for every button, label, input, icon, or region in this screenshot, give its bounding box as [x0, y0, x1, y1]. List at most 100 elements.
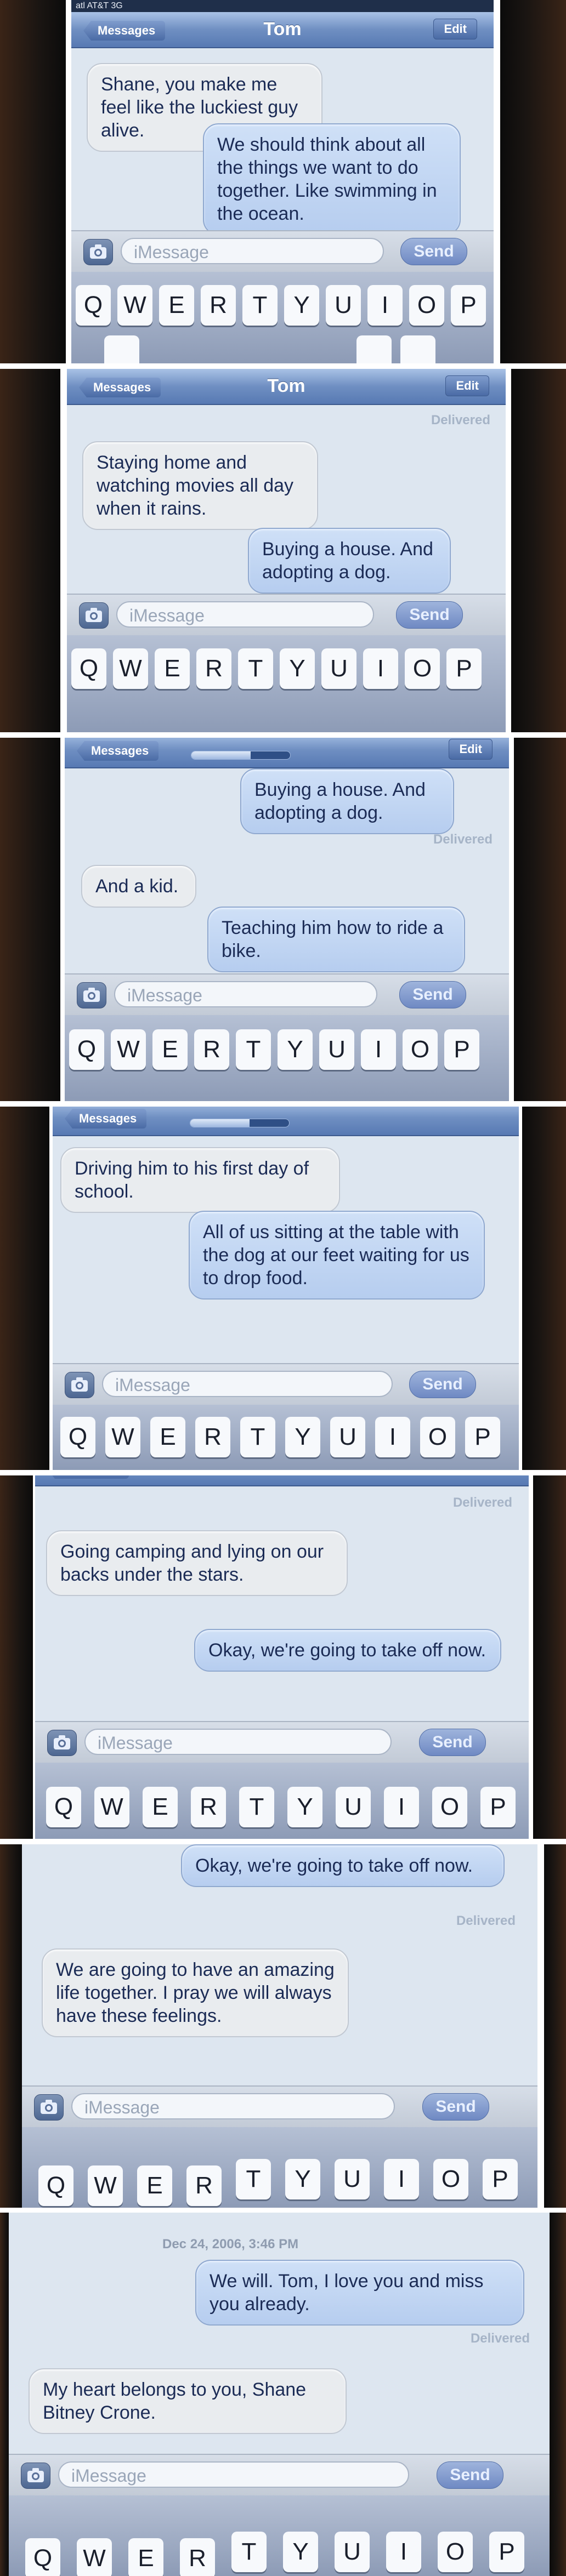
key-r[interactable]: R [194, 1029, 229, 1070]
camera-button[interactable] [83, 239, 113, 265]
key-t[interactable]: T [239, 1787, 274, 1827]
key-r[interactable]: R [196, 648, 231, 689]
key-t[interactable]: T [238, 648, 273, 689]
message-input[interactable]: iMessage [114, 981, 377, 1007]
message-bubble-sent[interactable]: Okay, we're going to take off now. [194, 1629, 501, 1672]
edit-button[interactable]: Edit [449, 739, 493, 760]
key-o[interactable]: O [405, 648, 440, 689]
key-e[interactable]: E [137, 2165, 172, 2206]
camera-button[interactable] [77, 982, 106, 1008]
key-e[interactable]: E [150, 1417, 185, 1457]
key-p[interactable]: P [489, 2532, 524, 2572]
edit-button[interactable]: Edit [433, 19, 477, 39]
keyboard-second-row-key[interactable] [104, 335, 139, 363]
send-button[interactable]: Send [422, 2093, 489, 2121]
message-bubble-sent[interactable]: Okay, we're going to take off now. [181, 1844, 505, 1887]
send-button[interactable]: Send [437, 2461, 503, 2489]
send-button[interactable]: Send [396, 601, 463, 629]
key-y[interactable]: Y [285, 1417, 320, 1457]
key-i[interactable]: I [367, 285, 403, 326]
camera-button[interactable] [21, 2463, 50, 2489]
keyboard-second-row-key[interactable] [400, 335, 435, 363]
key-r[interactable]: R [180, 2538, 215, 2576]
key-r[interactable]: R [186, 2165, 222, 2206]
camera-button[interactable] [34, 2094, 64, 2121]
key-q[interactable]: Q [69, 1029, 104, 1070]
key-e[interactable]: E [128, 2538, 163, 2576]
key-q[interactable]: Q [76, 285, 111, 326]
key-y[interactable]: Y [280, 648, 315, 689]
key-t[interactable]: T [240, 1417, 275, 1457]
key-p[interactable]: P [446, 648, 482, 689]
key-t[interactable]: T [236, 2159, 271, 2199]
key-o[interactable]: O [432, 1787, 467, 1827]
key-i[interactable]: I [384, 2159, 419, 2199]
send-button[interactable]: Send [409, 1371, 476, 1398]
message-input[interactable]: iMessage [121, 238, 384, 264]
key-u[interactable]: U [330, 1417, 365, 1457]
key-i[interactable]: I [384, 1787, 419, 1827]
send-button[interactable]: Send [399, 981, 466, 1008]
key-q[interactable]: Q [38, 2165, 73, 2206]
key-y[interactable]: Y [283, 2532, 318, 2572]
message-bubble-received[interactable]: Driving him to his first day of school. [60, 1147, 340, 1213]
message-bubble-sent[interactable]: Buying a house. And adopting a dog. [240, 768, 454, 834]
key-y[interactable]: Y [278, 1029, 313, 1070]
key-e[interactable]: E [143, 1787, 178, 1827]
key-i[interactable]: I [363, 648, 398, 689]
message-bubble-received[interactable]: And a kid. [81, 865, 196, 908]
message-bubble-sent[interactable]: We should think about all the things we … [203, 123, 461, 235]
key-y[interactable]: Y [287, 1787, 322, 1827]
key-o[interactable]: O [409, 285, 444, 326]
key-o[interactable]: O [433, 2159, 468, 2199]
key-y[interactable]: Y [284, 285, 319, 326]
message-input[interactable]: iMessage [102, 1371, 393, 1397]
message-bubble-sent[interactable]: Teaching him how to ride a bike. [207, 907, 465, 972]
key-i[interactable]: I [386, 2532, 421, 2572]
key-p[interactable]: P [451, 285, 486, 326]
key-p[interactable]: P [480, 1787, 516, 1827]
key-e[interactable]: E [152, 1029, 188, 1070]
send-button[interactable]: Send [400, 238, 467, 265]
camera-button[interactable] [65, 1372, 94, 1398]
key-o[interactable]: O [420, 1417, 455, 1457]
messages-back-button[interactable]: Messages [77, 741, 159, 761]
key-u[interactable]: U [335, 2532, 370, 2572]
edit-button[interactable]: Edit [445, 375, 489, 396]
key-u[interactable]: U [336, 1787, 371, 1827]
key-w[interactable]: W [88, 2165, 123, 2206]
camera-button[interactable] [79, 602, 109, 629]
messages-back-button[interactable]: Messages [47, 1475, 129, 1479]
key-p[interactable]: P [483, 2159, 518, 2199]
key-t[interactable]: T [236, 1029, 271, 1070]
key-t[interactable]: T [231, 2532, 267, 2572]
key-w[interactable]: W [117, 285, 152, 326]
key-w[interactable]: W [111, 1029, 146, 1070]
message-input[interactable]: iMessage [71, 2093, 395, 2119]
key-u[interactable]: U [326, 285, 361, 326]
message-bubble-received[interactable]: We are going to have an amazing life tog… [42, 1948, 349, 2037]
key-o[interactable]: O [438, 2532, 473, 2572]
key-p[interactable]: P [465, 1417, 500, 1457]
camera-button[interactable] [47, 1730, 77, 1756]
key-w[interactable]: W [94, 1787, 129, 1827]
key-q[interactable]: Q [46, 1787, 81, 1827]
key-r[interactable]: R [201, 285, 236, 326]
key-t[interactable]: T [242, 285, 278, 326]
key-q[interactable]: Q [71, 648, 106, 689]
key-w[interactable]: W [113, 648, 148, 689]
message-bubble-received[interactable]: Going camping and lying on our backs und… [46, 1530, 348, 1596]
keyboard-second-row-key[interactable] [356, 335, 392, 363]
messages-back-button[interactable]: Messages [65, 1109, 147, 1129]
key-q[interactable]: Q [60, 1417, 95, 1457]
message-bubble-received[interactable]: Staying home and watching movies all day… [82, 441, 318, 530]
key-y[interactable]: Y [285, 2159, 320, 2199]
message-input[interactable]: iMessage [116, 601, 374, 628]
key-q[interactable]: Q [25, 2538, 60, 2576]
key-u[interactable]: U [319, 1029, 354, 1070]
message-input[interactable]: iMessage [84, 1729, 392, 1755]
key-r[interactable]: R [191, 1787, 226, 1827]
message-input[interactable]: iMessage [58, 2461, 409, 2488]
key-u[interactable]: U [321, 648, 356, 689]
key-w[interactable]: W [77, 2538, 112, 2576]
